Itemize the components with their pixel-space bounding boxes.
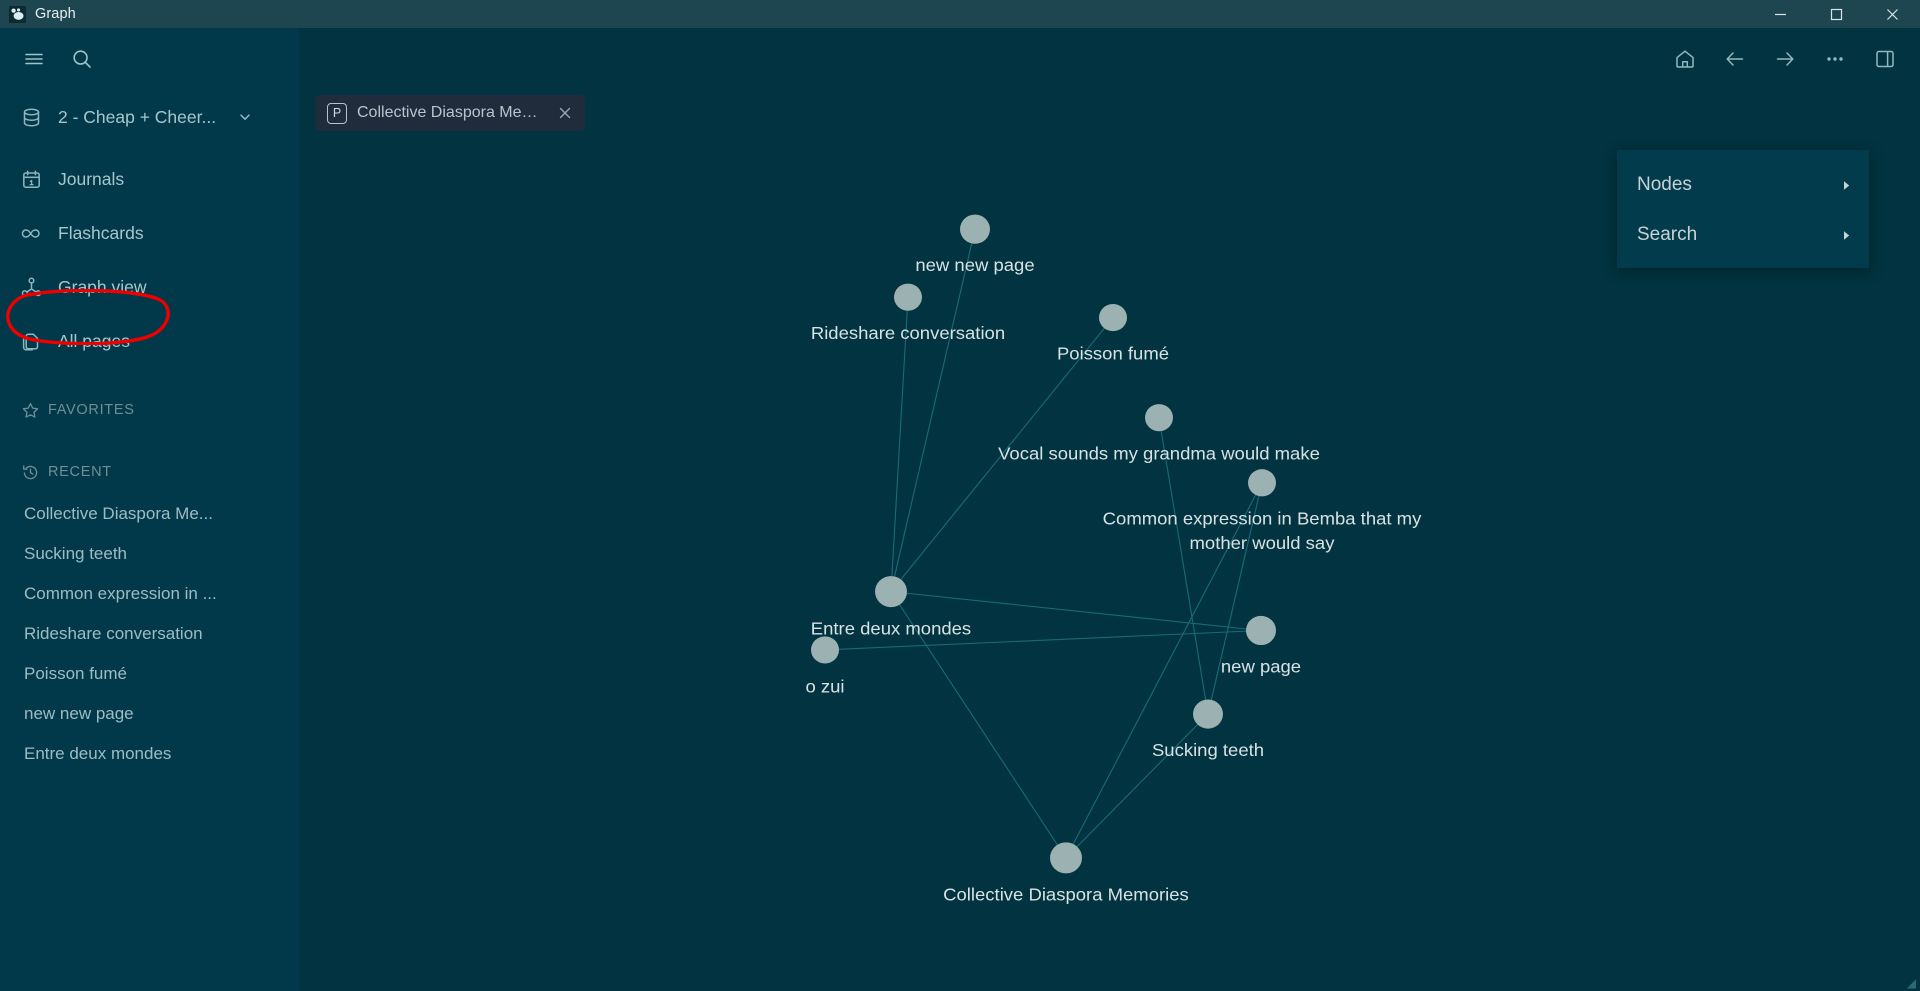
graph-node[interactable]: Rideshare conversation — [811, 283, 1005, 343]
recent-item[interactable]: Entre deux mondes — [0, 734, 299, 774]
graph-node-label: Poisson fumé — [1057, 343, 1169, 364]
arrow-right-icon[interactable] — [1766, 40, 1804, 78]
graph-edge — [890, 229, 976, 592]
graph-node-label: Common expression in Bemba that my mother… — [1103, 508, 1423, 553]
graph-node-circle[interactable] — [1050, 842, 1082, 874]
app-window: Graph 2 - Cheap + Cheer... Journals Flas… — [0, 0, 1920, 991]
graph-node[interactable]: new new page — [915, 214, 1035, 275]
sidebar-item-all-pages[interactable]: All pages — [0, 314, 299, 368]
database-icon — [20, 106, 42, 128]
graph-node[interactable]: Collective Diaspora Memories — [943, 842, 1189, 905]
recent-label: RECENT — [48, 464, 112, 480]
home-icon[interactable] — [1666, 40, 1704, 78]
main-content: P Collective Diaspora Memori... new new … — [299, 28, 1920, 991]
sidebar-item-label: All pages — [58, 330, 130, 351]
recent-item[interactable]: Common expression in ... — [0, 574, 299, 614]
status-bar: ◢ — [299, 975, 1920, 991]
graph-node[interactable]: Entre deux mondes — [811, 576, 971, 638]
caret-right-icon — [1840, 229, 1853, 242]
graph-node[interactable]: Sucking teeth — [1152, 699, 1264, 760]
favorites-section-header[interactable]: FAVORITES — [0, 390, 299, 430]
tab-title: Collective Diaspora Memori... — [357, 104, 545, 121]
graph-node-circle[interactable] — [811, 636, 839, 664]
sidebar-item-graph-view[interactable]: Graph view — [0, 260, 299, 314]
tab-collective-diaspora-memories[interactable]: P Collective Diaspora Memori... — [315, 95, 585, 131]
graph-node-label: Entre deux mondes — [811, 618, 971, 639]
graph-selector-label: 2 - Cheap + Cheer... — [58, 106, 217, 127]
graph-node-label: Rideshare conversation — [811, 322, 1005, 343]
logseq-logo-icon — [9, 5, 26, 23]
graph-node-label: o zui — [805, 676, 844, 697]
title-bar: Graph — [0, 0, 1920, 28]
maximize-button[interactable] — [1808, 0, 1864, 28]
graph-selector[interactable]: 2 - Cheap + Cheer... — [0, 90, 299, 144]
graph-node-circle[interactable] — [960, 214, 990, 244]
recent-item[interactable]: Rideshare conversation — [0, 614, 299, 654]
graph-settings-panel: Nodes Search — [1617, 150, 1869, 268]
minimize-button[interactable] — [1752, 0, 1808, 28]
pages-icon — [20, 330, 42, 352]
sidebar-item-label: Flashcards — [58, 222, 144, 243]
panel-row-label: Nodes — [1637, 174, 1692, 195]
caret-right-icon — [1840, 179, 1853, 192]
sidebar-item-label: Graph view — [58, 276, 147, 297]
recent-item[interactable]: Sucking teeth — [0, 534, 299, 574]
graph-node-label: Collective Diaspora Memories — [943, 884, 1189, 905]
close-icon[interactable] — [555, 103, 575, 123]
graph-node-circle[interactable] — [1248, 469, 1276, 497]
recent-list: Collective Diaspora Me... Sucking teeth … — [0, 494, 299, 774]
graph-node-circle[interactable] — [894, 283, 922, 311]
graph-node-label: new page — [1221, 656, 1301, 677]
top-toolbar — [299, 28, 1920, 90]
graph-node-circle[interactable] — [1099, 303, 1127, 332]
star-icon — [22, 402, 39, 419]
graph-node-label: Sucking teeth — [1152, 739, 1264, 760]
window-controls — [1752, 0, 1920, 28]
graph-node-circle[interactable] — [1193, 699, 1223, 729]
recent-item[interactable]: Collective Diaspora Me... — [0, 494, 299, 534]
graph-node-circle[interactable] — [1246, 615, 1276, 646]
right-sidebar-icon[interactable] — [1866, 40, 1904, 78]
sidebar-item-label: Journals — [58, 168, 125, 189]
dots-horizontal-icon[interactable] — [1816, 40, 1854, 78]
recent-section-header[interactable]: RECENT — [0, 452, 299, 492]
history-clock-icon — [22, 464, 39, 481]
graph-node[interactable]: Common expression in Bemba that my mother… — [1103, 469, 1423, 553]
left-sidebar: 2 - Cheap + Cheer... Journals Flashcards… — [0, 28, 299, 991]
graph-node-circle[interactable] — [1145, 404, 1173, 432]
panel-row-nodes[interactable]: Nodes — [1617, 160, 1869, 210]
graph-icon — [20, 276, 42, 298]
sidebar-nav: Journals Flashcards Graph view All pages — [0, 152, 299, 368]
graph-node-circle[interactable] — [875, 576, 907, 608]
panel-row-search[interactable]: Search — [1617, 210, 1869, 260]
search-icon[interactable] — [65, 42, 99, 76]
graph-node[interactable]: new page — [1221, 615, 1301, 677]
tab-bar: P Collective Diaspora Memori... — [299, 90, 1920, 136]
recent-item[interactable]: Poisson fumé — [0, 654, 299, 694]
graph-node-label: new new page — [915, 254, 1034, 275]
graph-edge — [1065, 713, 1209, 859]
hamburger-menu-icon[interactable] — [17, 42, 51, 76]
close-button[interactable] — [1864, 0, 1920, 28]
sidebar-item-journals[interactable]: Journals — [0, 152, 299, 206]
recent-item[interactable]: new new page — [0, 694, 299, 734]
sidebar-toolbar — [0, 28, 299, 90]
favorites-label: FAVORITES — [48, 402, 135, 418]
body: 2 - Cheap + Cheer... Journals Flashcards… — [0, 28, 1920, 991]
panel-row-label: Search — [1637, 224, 1698, 245]
arrow-left-icon[interactable] — [1716, 40, 1754, 78]
infinity-icon — [20, 222, 42, 244]
sidebar-item-flashcards[interactable]: Flashcards — [0, 206, 299, 260]
resize-grip-icon[interactable]: ◢ — [1907, 976, 1916, 990]
title-bar-left: Graph — [0, 5, 76, 23]
graph-node[interactable]: o zui — [805, 636, 845, 697]
graph-node-label: Vocal sounds my grandma would make — [998, 443, 1320, 464]
window-title: Graph — [35, 6, 76, 22]
calendar-icon — [20, 168, 42, 190]
page-badge-icon: P — [327, 102, 347, 124]
chevron-down-icon[interactable] — [238, 110, 252, 124]
graph-node[interactable]: Vocal sounds my grandma would make — [998, 404, 1320, 463]
graph-node[interactable]: Poisson fumé — [1057, 303, 1169, 364]
